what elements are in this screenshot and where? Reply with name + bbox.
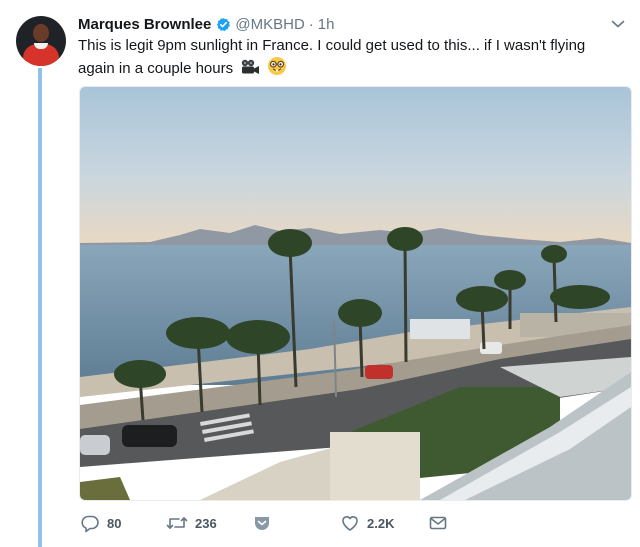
retweet-icon <box>166 517 188 529</box>
direct-message-button[interactable] <box>428 511 448 535</box>
tweet-timestamp[interactable]: 1h <box>318 16 335 33</box>
nerd-face-emoji <box>267 56 287 82</box>
tweet-body: This is legit 9pm sunlight in France. I … <box>78 35 618 82</box>
reply-icon <box>81 515 99 533</box>
movie-camera-emoji <box>240 59 260 82</box>
header-separator: · <box>308 15 314 33</box>
retweet-button[interactable]: 236 <box>166 511 217 535</box>
chevron-down-icon[interactable] <box>610 16 626 32</box>
tweet-photo[interactable] <box>79 86 632 501</box>
author-name[interactable]: Marques Brownlee <box>78 16 211 33</box>
tweet-text: This is legit 9pm sunlight in France. I … <box>78 37 586 77</box>
like-count: 2.2K <box>367 515 395 531</box>
thread-connector-line <box>38 68 42 547</box>
heart-icon <box>342 516 358 531</box>
retweet-count: 236 <box>195 515 217 531</box>
reply-count: 80 <box>107 515 122 531</box>
analytics-button[interactable] <box>252 511 272 535</box>
avatar[interactable] <box>16 16 66 66</box>
author-handle[interactable]: @MKBHD <box>235 16 304 33</box>
shield-chevron-icon <box>255 517 269 530</box>
envelope-icon <box>429 516 447 530</box>
avatar-head <box>33 24 49 42</box>
tweet-actions-bar: 80 236 2.2K <box>78 511 458 535</box>
like-button[interactable]: 2.2K <box>340 511 394 535</box>
tweet-header: Marques Brownlee @MKBHD · 1h <box>78 14 334 34</box>
reply-button[interactable]: 80 <box>80 511 121 535</box>
verified-badge-icon <box>216 17 231 32</box>
